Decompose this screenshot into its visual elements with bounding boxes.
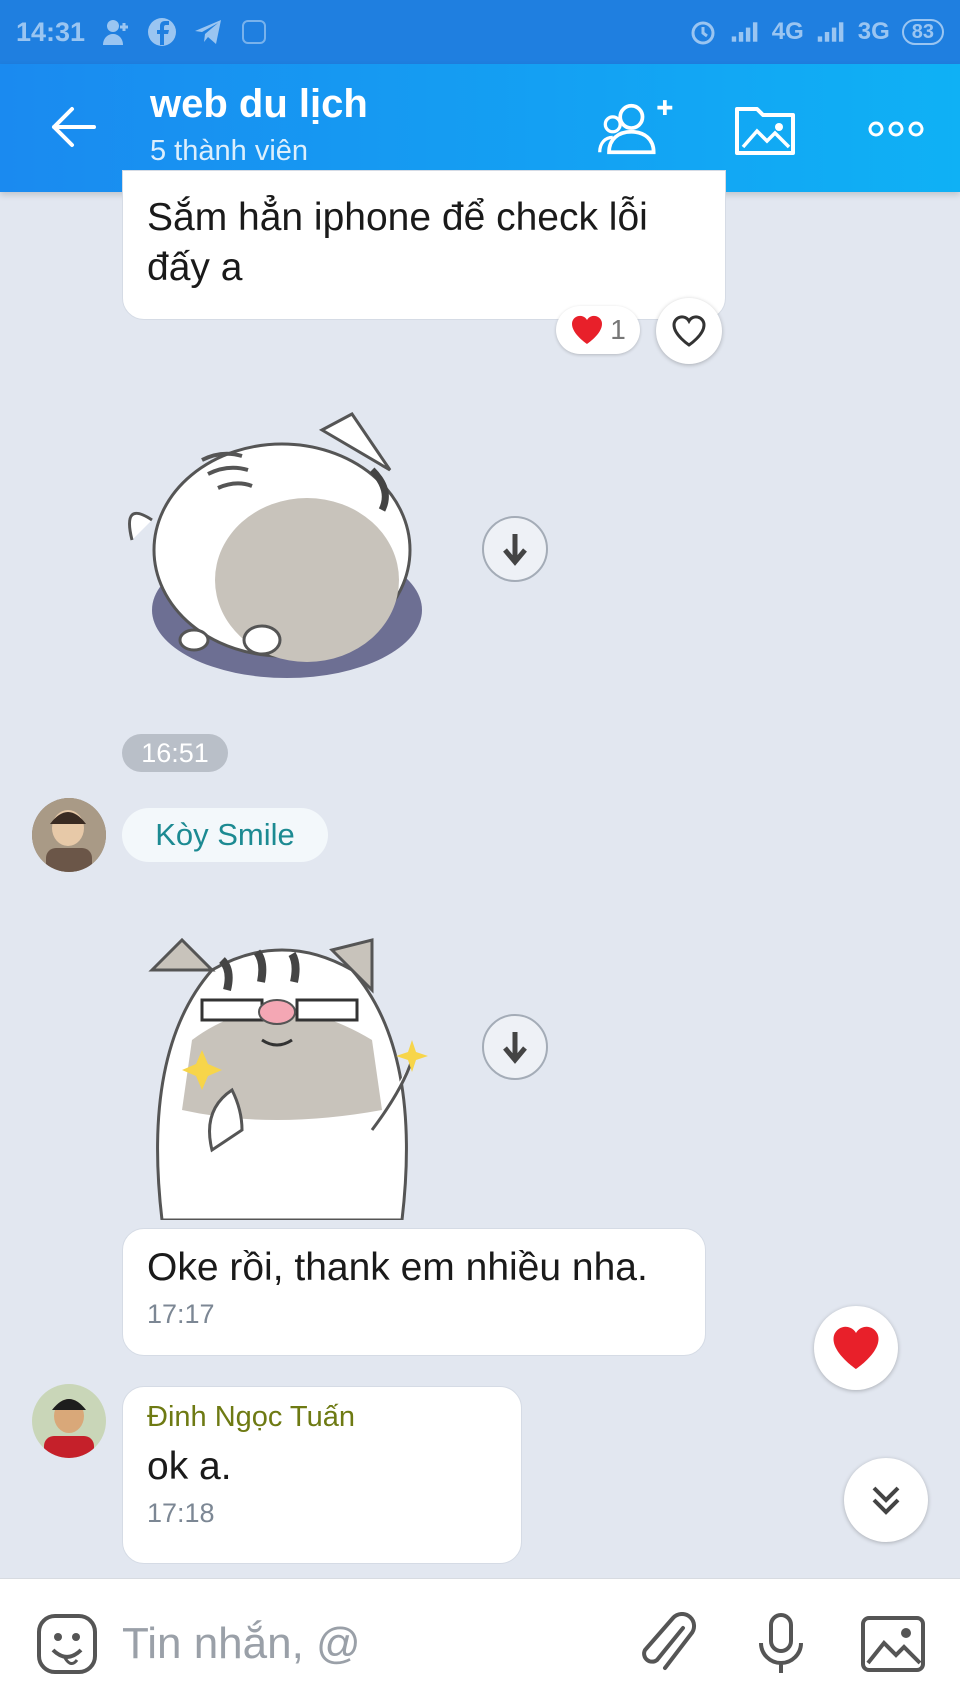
network-type-2: 3G bbox=[857, 18, 890, 45]
download-sticker-button[interactable] bbox=[482, 516, 548, 582]
heart-icon bbox=[572, 315, 603, 344]
image-icon bbox=[861, 1616, 925, 1672]
react-button[interactable] bbox=[656, 298, 722, 364]
app-notification-icon bbox=[239, 17, 269, 47]
add-member-button[interactable] bbox=[596, 94, 676, 164]
message-bubble[interactable]: Oke rồi, thank em nhiều nha. 17:17 bbox=[122, 1228, 706, 1356]
scroll-down-button[interactable] bbox=[844, 1458, 928, 1542]
facebook-icon bbox=[147, 17, 177, 47]
avatar[interactable] bbox=[32, 798, 106, 872]
media-button[interactable] bbox=[726, 94, 806, 164]
signal-icon bbox=[730, 17, 760, 47]
network-type-1: 4G bbox=[771, 18, 804, 45]
sticker-sleeping-cat[interactable] bbox=[122, 410, 442, 690]
download-icon bbox=[503, 534, 527, 566]
message-time: 17:17 bbox=[147, 1299, 215, 1329]
media-folder-icon bbox=[735, 107, 795, 155]
member-count: 5 thành viên bbox=[150, 135, 309, 167]
heart-outline-icon bbox=[672, 315, 706, 347]
sticker-button[interactable] bbox=[32, 1609, 102, 1679]
more-icon bbox=[868, 121, 924, 137]
attach-button[interactable] bbox=[634, 1609, 704, 1679]
avatar[interactable] bbox=[32, 1384, 106, 1458]
message-input[interactable]: Tin nhắn, @ bbox=[122, 1609, 602, 1679]
person-add-icon bbox=[101, 17, 131, 47]
sticker-thumbs-up-cat[interactable] bbox=[122, 930, 472, 1222]
heart-icon bbox=[833, 1326, 879, 1369]
reaction-count: 1 bbox=[610, 314, 626, 345]
download-sticker-button[interactable] bbox=[482, 1014, 548, 1080]
add-member-icon bbox=[598, 100, 673, 155]
attach-icon bbox=[642, 1612, 697, 1670]
message-time: 17:18 bbox=[147, 1498, 215, 1528]
message-composer: Tin nhắn, @ bbox=[0, 1578, 960, 1706]
message-text: Sắm hẳn iphone để check lỗi đấy a bbox=[147, 196, 648, 289]
voice-record-button[interactable] bbox=[746, 1609, 816, 1679]
back-arrow-icon bbox=[52, 107, 96, 147]
quick-heart-button[interactable] bbox=[814, 1306, 898, 1390]
telegram-icon bbox=[193, 17, 223, 47]
sender-name: Đinh Ngọc Tuấn bbox=[147, 1401, 355, 1433]
group-name: web du lịch bbox=[150, 82, 368, 126]
status-time: 14:31 bbox=[16, 16, 86, 47]
group-info[interactable]: web du lịch 5 thành viên bbox=[150, 82, 368, 168]
signal-icon bbox=[816, 17, 846, 47]
message-text: ok a. bbox=[147, 1445, 232, 1488]
message-text: Oke rồi, thank em nhiều nha. bbox=[147, 1246, 648, 1289]
more-options-button[interactable] bbox=[856, 94, 936, 164]
send-image-button[interactable] bbox=[858, 1609, 928, 1679]
message-bubble[interactable]: Đinh Ngọc Tuấn ok a. 17:18 bbox=[122, 1386, 522, 1564]
time-divider: 16:51 bbox=[122, 734, 228, 772]
download-icon bbox=[503, 1032, 527, 1064]
reaction-summary[interactable]: 1 bbox=[556, 306, 640, 354]
scroll-down-icon bbox=[872, 1486, 900, 1515]
sticker-icon bbox=[37, 1614, 97, 1674]
mic-icon bbox=[759, 1613, 803, 1673]
message-bubble[interactable]: Sắm hẳn iphone để check lỗi đấy a bbox=[122, 170, 726, 320]
back-button[interactable] bbox=[46, 100, 100, 154]
status-bar: 14:31 4G 3G 83 bbox=[0, 0, 960, 64]
sender-name: Kòy Smile bbox=[122, 808, 328, 862]
alarm-icon bbox=[688, 17, 718, 47]
battery-indicator: 83 bbox=[901, 19, 944, 45]
